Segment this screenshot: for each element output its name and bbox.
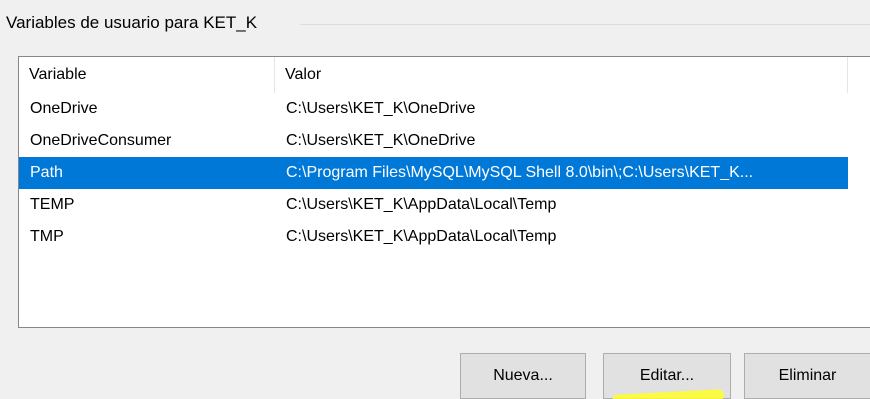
delete-button[interactable]: Eliminar (744, 353, 870, 399)
new-button-label: Nueva... (493, 367, 553, 384)
variable-name: OneDriveConsumer (30, 132, 172, 149)
column-header-variable[interactable]: Variable (19, 57, 275, 93)
edit-button-label: Editar... (639, 367, 695, 384)
group-title: Variables de usuario para KET_K (6, 12, 262, 34)
variable-value: C:\Users\KET_K\OneDrive (286, 100, 476, 117)
variable-name: OneDrive (30, 100, 98, 117)
variable-name: TMP (30, 228, 64, 245)
variable-name: TEMP (30, 196, 75, 213)
variable-value: C:\Users\KET_K\OneDrive (286, 132, 476, 149)
variable-value: C:\Users\KET_K\AppData\Local\Temp (286, 228, 557, 245)
variables-list[interactable]: Variable Valor OneDrive C:\Users\KET_K\O… (18, 56, 870, 328)
list-header: Variable Valor (19, 57, 870, 93)
table-row[interactable]: OneDrive C:\Users\KET_K\OneDrive (19, 93, 848, 125)
table-row[interactable]: Path C:\Program Files\MySQL\MySQL Shell … (19, 157, 848, 189)
table-row[interactable]: TEMP C:\Users\KET_K\AppData\Local\Temp (19, 189, 848, 221)
variable-value: C:\Users\KET_K\AppData\Local\Temp (286, 196, 557, 213)
delete-button-label: Eliminar (778, 367, 837, 384)
column-header-valor[interactable]: Valor (275, 57, 848, 93)
table-row[interactable]: TMP C:\Users\KET_K\AppData\Local\Temp (19, 221, 848, 253)
edit-button[interactable]: Editar... (603, 353, 731, 399)
new-button[interactable]: Nueva... (460, 353, 586, 399)
group-box-line (300, 24, 870, 25)
variable-name: Path (30, 164, 63, 181)
table-row[interactable]: OneDriveConsumer C:\Users\KET_K\OneDrive (19, 125, 848, 157)
variable-value: C:\Program Files\MySQL\MySQL Shell 8.0\b… (286, 164, 754, 181)
user-variables-panel: Variables de usuario para KET_K Variable… (0, 0, 870, 399)
